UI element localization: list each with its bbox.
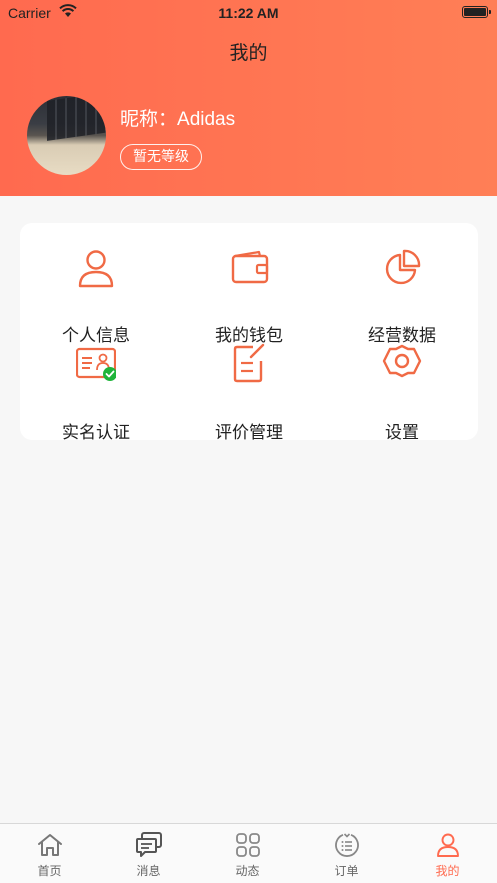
tab-profile[interactable]: 我的 [398,824,497,883]
nickname: 昵称：Adidas [120,104,235,131]
tab-label: 消息 [136,864,161,878]
user-icon [437,833,459,857]
profile-header: Carrier 11:22 AM 我的 昵称：Adidas 暂无等级 [0,0,497,196]
level-badge: 暂无等级 [120,144,202,170]
menu-item-wallet[interactable]: 我的钱包 [173,246,325,346]
settings-icon [382,344,422,378]
menu-card: 个人信息 我的钱包 经营数据 实名认证 评价管理 设置 [20,223,478,443]
nickname-value: Adidas [177,109,236,130]
status-bar: Carrier 11:22 AM [0,0,497,26]
tab-feed[interactable]: 动态 [198,824,297,883]
menu-label: 实名认证 [62,423,130,443]
menu-label: 设置 [385,423,419,443]
tab-bar: 首页 消息 动态 订单 我的 [0,823,497,883]
message-icon [136,832,162,857]
nickname-label: 昵称： [120,109,178,130]
grid-icon [236,833,260,857]
menu-item-personal-info[interactable]: 个人信息 [20,246,172,346]
tab-home[interactable]: 首页 [0,824,99,883]
clock: 11:22 AM [218,5,279,21]
wallet-icon [231,250,269,284]
menu-label: 评价管理 [215,423,283,443]
avatar[interactable] [27,96,106,175]
page-title: 我的 [229,42,268,64]
tab-label: 订单 [334,864,359,878]
order-icon [335,833,359,857]
pie-chart-icon [385,249,421,285]
battery-icon [462,6,491,18]
tab-messages[interactable]: 消息 [99,824,198,883]
tab-label: 动态 [235,864,260,878]
menu-item-real-name-verify[interactable]: 实名认证 [20,343,172,443]
menu-item-settings[interactable]: 设置 [326,343,478,443]
tab-label: 首页 [37,864,62,878]
menu-item-review-management[interactable]: 评价管理 [173,343,325,443]
tab-orders[interactable]: 订单 [297,824,396,883]
person-icon [78,250,114,288]
id-card-verified-icon [76,347,116,381]
edit-document-icon [233,343,265,383]
menu-item-business-data[interactable]: 经营数据 [326,246,478,346]
home-icon [38,834,62,856]
tab-label: 我的 [435,864,460,878]
